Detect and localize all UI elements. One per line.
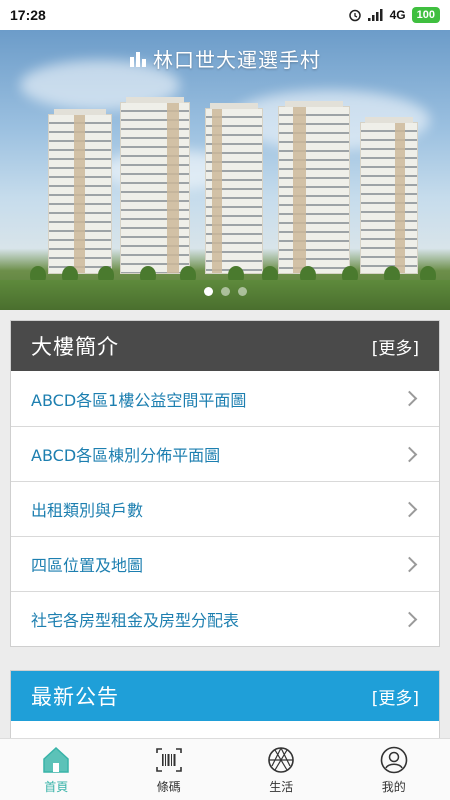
list-item-label: 出租類別與戶數	[31, 501, 144, 520]
carousel-dot[interactable]	[203, 287, 213, 296]
user-icon	[380, 746, 408, 773]
chevron-right-icon	[401, 501, 418, 517]
list-item-label: ABCD各區1樓公益空間平面圖	[31, 390, 247, 410]
status-bar: 17:28 4G 100	[0, 0, 450, 30]
chevron-right-icon	[401, 390, 418, 407]
barcode-icon	[155, 747, 182, 772]
list-item-rent-table[interactable]: 社宅各房型租金及房型分配表	[11, 591, 439, 646]
carousel-dot[interactable]	[237, 287, 247, 296]
banner-title: 林口世大運選手村	[0, 44, 450, 73]
nav-profile-label: 我的	[381, 779, 406, 794]
news-more-link[interactable]: [更多]	[372, 684, 419, 709]
list-item-label: 社宅各房型租金及房型分配表	[31, 611, 240, 630]
alarm-icon	[348, 9, 361, 22]
building-intro-header: 大樓簡介 [更多]	[11, 321, 439, 371]
carousel-dot[interactable]	[220, 287, 230, 296]
building-intro-more-link[interactable]: [更多]	[372, 334, 419, 359]
news-header: 最新公告 [更多]	[11, 671, 439, 721]
building-icon	[130, 51, 146, 67]
aperture-icon	[268, 746, 295, 773]
nav-home-label: 首頁	[44, 779, 69, 794]
chevron-right-icon	[401, 611, 418, 627]
list-item-label: 四區位置及地圖	[31, 556, 144, 575]
building-intro-title: 大樓簡介	[31, 335, 119, 359]
status-icons: 4G 100	[348, 7, 440, 23]
list-item-building-distribution[interactable]: ABCD各區棟別分佈平面圖	[11, 426, 439, 481]
list-item-label: ABCD各區棟別分佈平面圖	[31, 446, 221, 465]
signal-icon	[367, 9, 383, 21]
chevron-right-icon	[401, 446, 418, 462]
nav-home[interactable]: 首頁	[0, 739, 113, 800]
list-item-location-map[interactable]: 四區位置及地圖	[11, 536, 439, 591]
building-intro-panel: 大樓簡介 [更多] ABCD各區1樓公益空間平面圖 ABCD各區棟別分佈平面圖 …	[10, 320, 440, 647]
nav-profile[interactable]: 我的	[338, 739, 450, 800]
banner-title-text: 林口世大運選手村	[153, 48, 321, 72]
list-item-floor-plan[interactable]: ABCD各區1樓公益空間平面圖	[11, 371, 439, 426]
list-item-rental-types[interactable]: 出租類別與戶數	[11, 481, 439, 536]
hero-banner[interactable]: 林口世大運選手村	[0, 30, 450, 310]
carousel-indicator[interactable]	[0, 287, 450, 296]
home-icon	[43, 746, 69, 773]
bottom-navigation: 首頁 條碼 生活 我的	[0, 738, 450, 800]
news-title: 最新公告	[31, 685, 119, 709]
battery-indicator: 100	[411, 7, 440, 23]
status-time: 17:28	[10, 7, 46, 23]
building-intro-list: ABCD各區1樓公益空間平面圖 ABCD各區棟別分佈平面圖 出租類別與戶數 四區…	[11, 371, 439, 646]
nav-life-label: 生活	[269, 779, 294, 794]
chevron-right-icon	[401, 556, 418, 572]
nav-barcode-label: 條碼	[156, 779, 181, 794]
nav-barcode[interactable]: 條碼	[113, 739, 226, 800]
network-type: 4G	[389, 8, 406, 22]
nav-life[interactable]: 生活	[225, 739, 338, 800]
